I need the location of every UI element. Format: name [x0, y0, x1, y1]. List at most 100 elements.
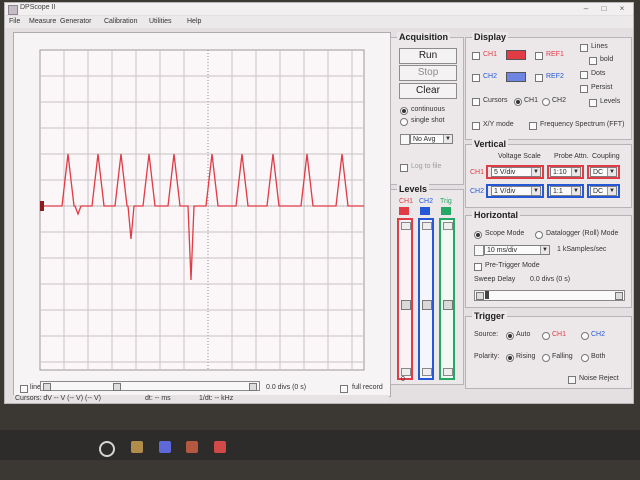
average-value: No Avg: [413, 136, 436, 143]
display-title: Display: [472, 32, 509, 42]
ch1-level-thumb[interactable]: [401, 300, 411, 310]
dpscope-taskbar-icon[interactable]: [214, 441, 226, 453]
cursors-label: Cursors: [483, 97, 508, 104]
cursor-ch2-radio[interactable]: [542, 98, 550, 106]
log-to-file-label: Log to file: [411, 163, 442, 170]
ch1-voltage-scale-select[interactable]: 5 V/div ▼: [491, 167, 541, 177]
slider-left-arrow-icon[interactable]: [43, 383, 51, 391]
continuous-label: continuous: [411, 106, 445, 113]
file-explorer-icon[interactable]: [131, 441, 143, 453]
ch1-probe-select[interactable]: 1:10 ▼: [550, 167, 581, 177]
polarity-falling-radio[interactable]: [542, 354, 550, 362]
sweep-delay-slider[interactable]: [474, 290, 625, 301]
timebase-spinner[interactable]: [474, 245, 484, 256]
display-ch2-checkbox[interactable]: [472, 74, 480, 82]
trigger-title: Trigger: [472, 311, 507, 321]
full-record-checkbox[interactable]: [340, 385, 348, 393]
ch2-voltage-scale-select[interactable]: 1 V/div ▼: [491, 186, 541, 196]
ch1-level-slider[interactable]: [397, 218, 413, 380]
scope-mode-radio[interactable]: [474, 231, 482, 239]
noise-reject-checkbox[interactable]: [568, 376, 576, 384]
slider-thumb[interactable]: [113, 383, 121, 391]
menu-measure[interactable]: Measure: [29, 18, 56, 25]
sweep-delay-thumb[interactable]: [485, 291, 489, 299]
store-icon[interactable]: [159, 441, 171, 453]
trigger-ch2-radio[interactable]: [581, 332, 589, 340]
average-select[interactable]: No Avg ▼: [410, 134, 453, 144]
close-button[interactable]: ×: [615, 4, 629, 13]
menu-file[interactable]: File: [9, 18, 20, 25]
menu-calibration[interactable]: Calibration: [104, 18, 137, 25]
ch2-coupling-select[interactable]: DC ▼: [590, 186, 617, 196]
dots-checkbox[interactable]: [580, 71, 588, 79]
media-player-icon[interactable]: [186, 441, 198, 453]
levels-checkbox[interactable]: [589, 99, 597, 107]
horizontal-group: Horizontal Scope Mode Datalogger (Roll) …: [465, 210, 632, 308]
screen: DPScope II – □ × File Measure Generator …: [0, 0, 640, 480]
bold-label: bold: [600, 56, 614, 63]
dt-readout: dt: -- ms: [145, 395, 171, 402]
lines-checkbox[interactable]: [580, 44, 588, 52]
ch2-probe-select[interactable]: 1:1 ▼: [550, 186, 581, 196]
minimize-button[interactable]: –: [579, 4, 593, 13]
polarity-rising-radio[interactable]: [506, 354, 514, 362]
trigger-ch1-radio[interactable]: [542, 332, 550, 340]
trig-level-thumb[interactable]: [443, 300, 453, 310]
trigger-level-slider[interactable]: [439, 218, 455, 380]
fft-checkbox[interactable]: [529, 122, 537, 130]
datalogger-mode-label: Datalogger (Roll) Mode: [546, 230, 619, 237]
ch2-level-thumb[interactable]: [422, 300, 432, 310]
pretrigger-checkbox[interactable]: [474, 263, 482, 271]
lines-label: Lines: [591, 43, 608, 50]
menu-help[interactable]: Help: [187, 18, 201, 25]
average-spinner[interactable]: [400, 134, 410, 145]
task-view-icon[interactable]: [99, 441, 115, 457]
line-checkbox[interactable]: [20, 385, 28, 393]
ch2-color-swatch[interactable]: [506, 72, 526, 82]
cursors-checkbox[interactable]: [472, 98, 480, 106]
datalogger-mode-radio[interactable]: [535, 231, 543, 239]
xy-mode-checkbox[interactable]: [472, 122, 480, 130]
up-arrow-icon[interactable]: [401, 222, 411, 230]
trigger-auto-radio[interactable]: [506, 332, 514, 340]
down-arrow-icon[interactable]: [443, 368, 453, 376]
up-arrow-icon[interactable]: [443, 222, 453, 230]
ch2-probe-value: 1:1: [553, 188, 563, 195]
ch1-level-close-icon[interactable]: [399, 207, 409, 215]
ch2-level-slider[interactable]: [418, 218, 434, 380]
continuous-radio[interactable]: [400, 107, 408, 115]
slider-right-arrow-icon[interactable]: [615, 292, 623, 300]
stop-button[interactable]: Stop: [399, 65, 457, 81]
display-ref1-checkbox[interactable]: [535, 52, 543, 60]
timebase-select[interactable]: 10 ms/div ▼: [484, 245, 550, 255]
levels-group: Levels CH1 CH2 Trig 0: [390, 184, 464, 385]
display-ch1-checkbox[interactable]: [472, 52, 480, 60]
menu-generator[interactable]: Generator: [60, 18, 92, 25]
maximize-button[interactable]: □: [597, 4, 611, 13]
cursor-ch1-radio[interactable]: [514, 98, 522, 106]
menu-utilities[interactable]: Utilities: [149, 18, 172, 25]
down-arrow-icon[interactable]: [401, 368, 411, 376]
horizontal-position-slider[interactable]: [40, 381, 260, 391]
bold-checkbox[interactable]: [589, 57, 597, 65]
trig-level-close-icon[interactable]: [441, 207, 451, 215]
chevron-down-icon: ▼: [540, 246, 549, 254]
display-ref2-checkbox[interactable]: [535, 74, 543, 82]
levels-ch2-label: CH2: [419, 198, 434, 205]
single-shot-radio[interactable]: [400, 118, 408, 126]
clear-button[interactable]: Clear: [399, 83, 457, 99]
run-button[interactable]: Run: [399, 48, 457, 64]
levels-ch1-label: CH1: [399, 198, 414, 205]
ch1-coupling-select[interactable]: DC ▼: [590, 167, 617, 177]
ch2-level-close-icon[interactable]: [420, 207, 430, 215]
slider-right-arrow-icon[interactable]: [249, 383, 257, 391]
polarity-both-radio[interactable]: [581, 354, 589, 362]
persist-checkbox[interactable]: [580, 85, 588, 93]
timebase-value: 10 ms/div: [487, 247, 517, 254]
up-arrow-icon[interactable]: [422, 222, 432, 230]
down-arrow-icon[interactable]: [422, 368, 432, 376]
ch1-color-swatch[interactable]: [506, 50, 526, 60]
taskbar: [0, 430, 640, 460]
slider-left-arrow-icon[interactable]: [476, 292, 484, 300]
log-to-file-checkbox[interactable]: [400, 164, 408, 172]
